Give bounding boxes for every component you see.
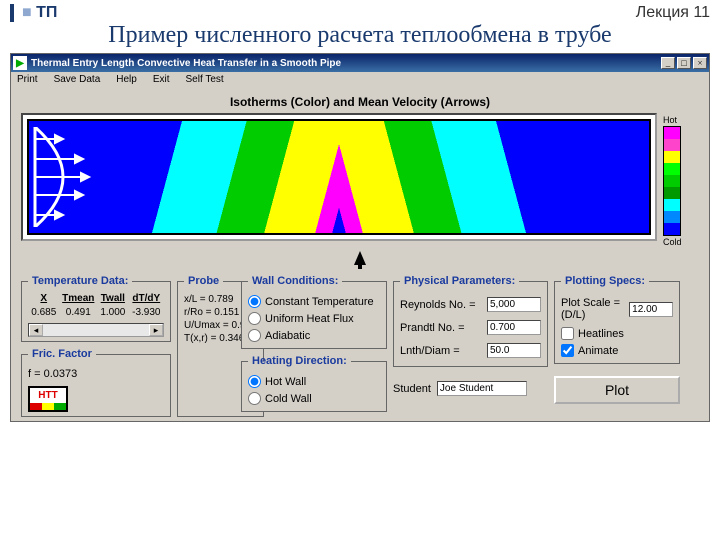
th-x: X bbox=[28, 293, 60, 306]
heating-direction-panel: Heating Direction: Hot Wall Cold Wall bbox=[241, 355, 387, 412]
app-window: ▶ Thermal Entry Length Convective Heat T… bbox=[10, 53, 710, 422]
table-row: 0.685 0.491 1.000 -3.930 bbox=[28, 306, 164, 319]
reynolds-input[interactable]: 5,000 bbox=[487, 297, 541, 312]
fric-factor-title: Fric. Factor bbox=[28, 348, 96, 360]
fric-factor-value: f = 0.0373 bbox=[28, 366, 164, 382]
checkbox-heatlines[interactable]: Heatlines bbox=[561, 325, 673, 342]
minimize-button[interactable]: _ bbox=[661, 57, 675, 69]
student-label: Student bbox=[393, 383, 431, 395]
plot-canvas bbox=[21, 113, 657, 241]
physical-parameters-title: Physical Parameters: bbox=[400, 275, 519, 287]
menu-exit[interactable]: Exit bbox=[153, 74, 170, 85]
th-twall: Twall bbox=[97, 293, 129, 306]
htt-logo-icon: HTT bbox=[28, 386, 68, 412]
slide-logo: ТП bbox=[10, 4, 57, 22]
reynolds-label: Reynolds No. = bbox=[400, 299, 476, 311]
scroll-left-icon[interactable]: ◂ bbox=[29, 324, 43, 336]
radio-uniform-heat-flux[interactable]: Uniform Heat Flux bbox=[248, 310, 380, 327]
heating-direction-title: Heating Direction: bbox=[248, 355, 351, 367]
plot-title: Isotherms (Color) and Mean Velocity (Arr… bbox=[21, 91, 699, 113]
close-button[interactable]: × bbox=[693, 57, 707, 69]
plotting-specs-title: Plotting Specs: bbox=[561, 275, 649, 287]
checkbox-animate[interactable]: Animate bbox=[561, 342, 673, 359]
lnth-diam-input[interactable]: 50.0 bbox=[487, 343, 541, 358]
radio-adiabatic[interactable]: Adiabatic bbox=[248, 327, 380, 344]
plot-button[interactable]: Plot bbox=[554, 376, 680, 404]
plot-scale-label: Plot Scale = (D/L) bbox=[561, 297, 629, 321]
menu-print[interactable]: Print bbox=[17, 74, 38, 85]
plotting-specs-panel: Plotting Specs: Plot Scale = (D/L)12.00 … bbox=[554, 275, 680, 364]
plot-scale-input[interactable]: 12.00 bbox=[629, 302, 673, 317]
prandtl-input[interactable]: 0.700 bbox=[487, 320, 541, 335]
lecture-number: Лекция 11 bbox=[636, 4, 710, 22]
probe-arrow-icon bbox=[354, 251, 366, 265]
legend-colorbar bbox=[663, 126, 681, 236]
menu-self-test[interactable]: Self Test bbox=[186, 74, 224, 85]
probe-title: Probe bbox=[184, 275, 223, 287]
prandtl-label: Prandtl No. = bbox=[400, 322, 465, 334]
velocity-profile-icon bbox=[33, 127, 93, 227]
temperature-data-title: Temperature Data: bbox=[28, 275, 132, 287]
radio-constant-temp[interactable]: Constant Temperature bbox=[248, 293, 380, 310]
menu-save-data[interactable]: Save Data bbox=[54, 74, 101, 85]
menu-help[interactable]: Help bbox=[116, 74, 137, 85]
temperature-data-panel: Temperature Data: X Tmean Twall dT/dY 0.… bbox=[21, 275, 171, 342]
lnth-diam-label: Lnth/Diam = bbox=[400, 345, 460, 357]
th-dtdy: dT/dY bbox=[129, 293, 164, 306]
legend-cold-label: Cold bbox=[663, 237, 699, 247]
physical-parameters-panel: Physical Parameters: Reynolds No. = 5,000… bbox=[393, 275, 548, 367]
slide-title: Пример численного расчета теплообмена в … bbox=[0, 22, 720, 53]
radio-cold-wall[interactable]: Cold Wall bbox=[248, 390, 380, 407]
temperature-scrollbar[interactable]: ◂ ▸ bbox=[28, 323, 164, 337]
isotherm-heatmap bbox=[27, 119, 651, 235]
wall-conditions-panel: Wall Conditions: Constant Temperature Un… bbox=[241, 275, 387, 349]
maximize-button[interactable]: □ bbox=[677, 57, 691, 69]
titlebar: ▶ Thermal Entry Length Convective Heat T… bbox=[11, 54, 709, 72]
menubar: Print Save Data Help Exit Self Test bbox=[11, 72, 709, 87]
radio-hot-wall[interactable]: Hot Wall bbox=[248, 373, 380, 390]
wall-conditions-title: Wall Conditions: bbox=[248, 275, 342, 287]
window-title: Thermal Entry Length Convective Heat Tra… bbox=[31, 58, 659, 69]
color-legend: Hot Cold bbox=[663, 113, 699, 247]
th-tmean: Tmean bbox=[60, 293, 98, 306]
legend-hot-label: Hot bbox=[663, 115, 699, 125]
student-input[interactable]: Joe Student bbox=[437, 381, 527, 396]
fric-factor-panel: Fric. Factor f = 0.0373 HTT bbox=[21, 348, 171, 417]
scroll-right-icon[interactable]: ▸ bbox=[149, 324, 163, 336]
app-icon: ▶ bbox=[13, 56, 27, 70]
